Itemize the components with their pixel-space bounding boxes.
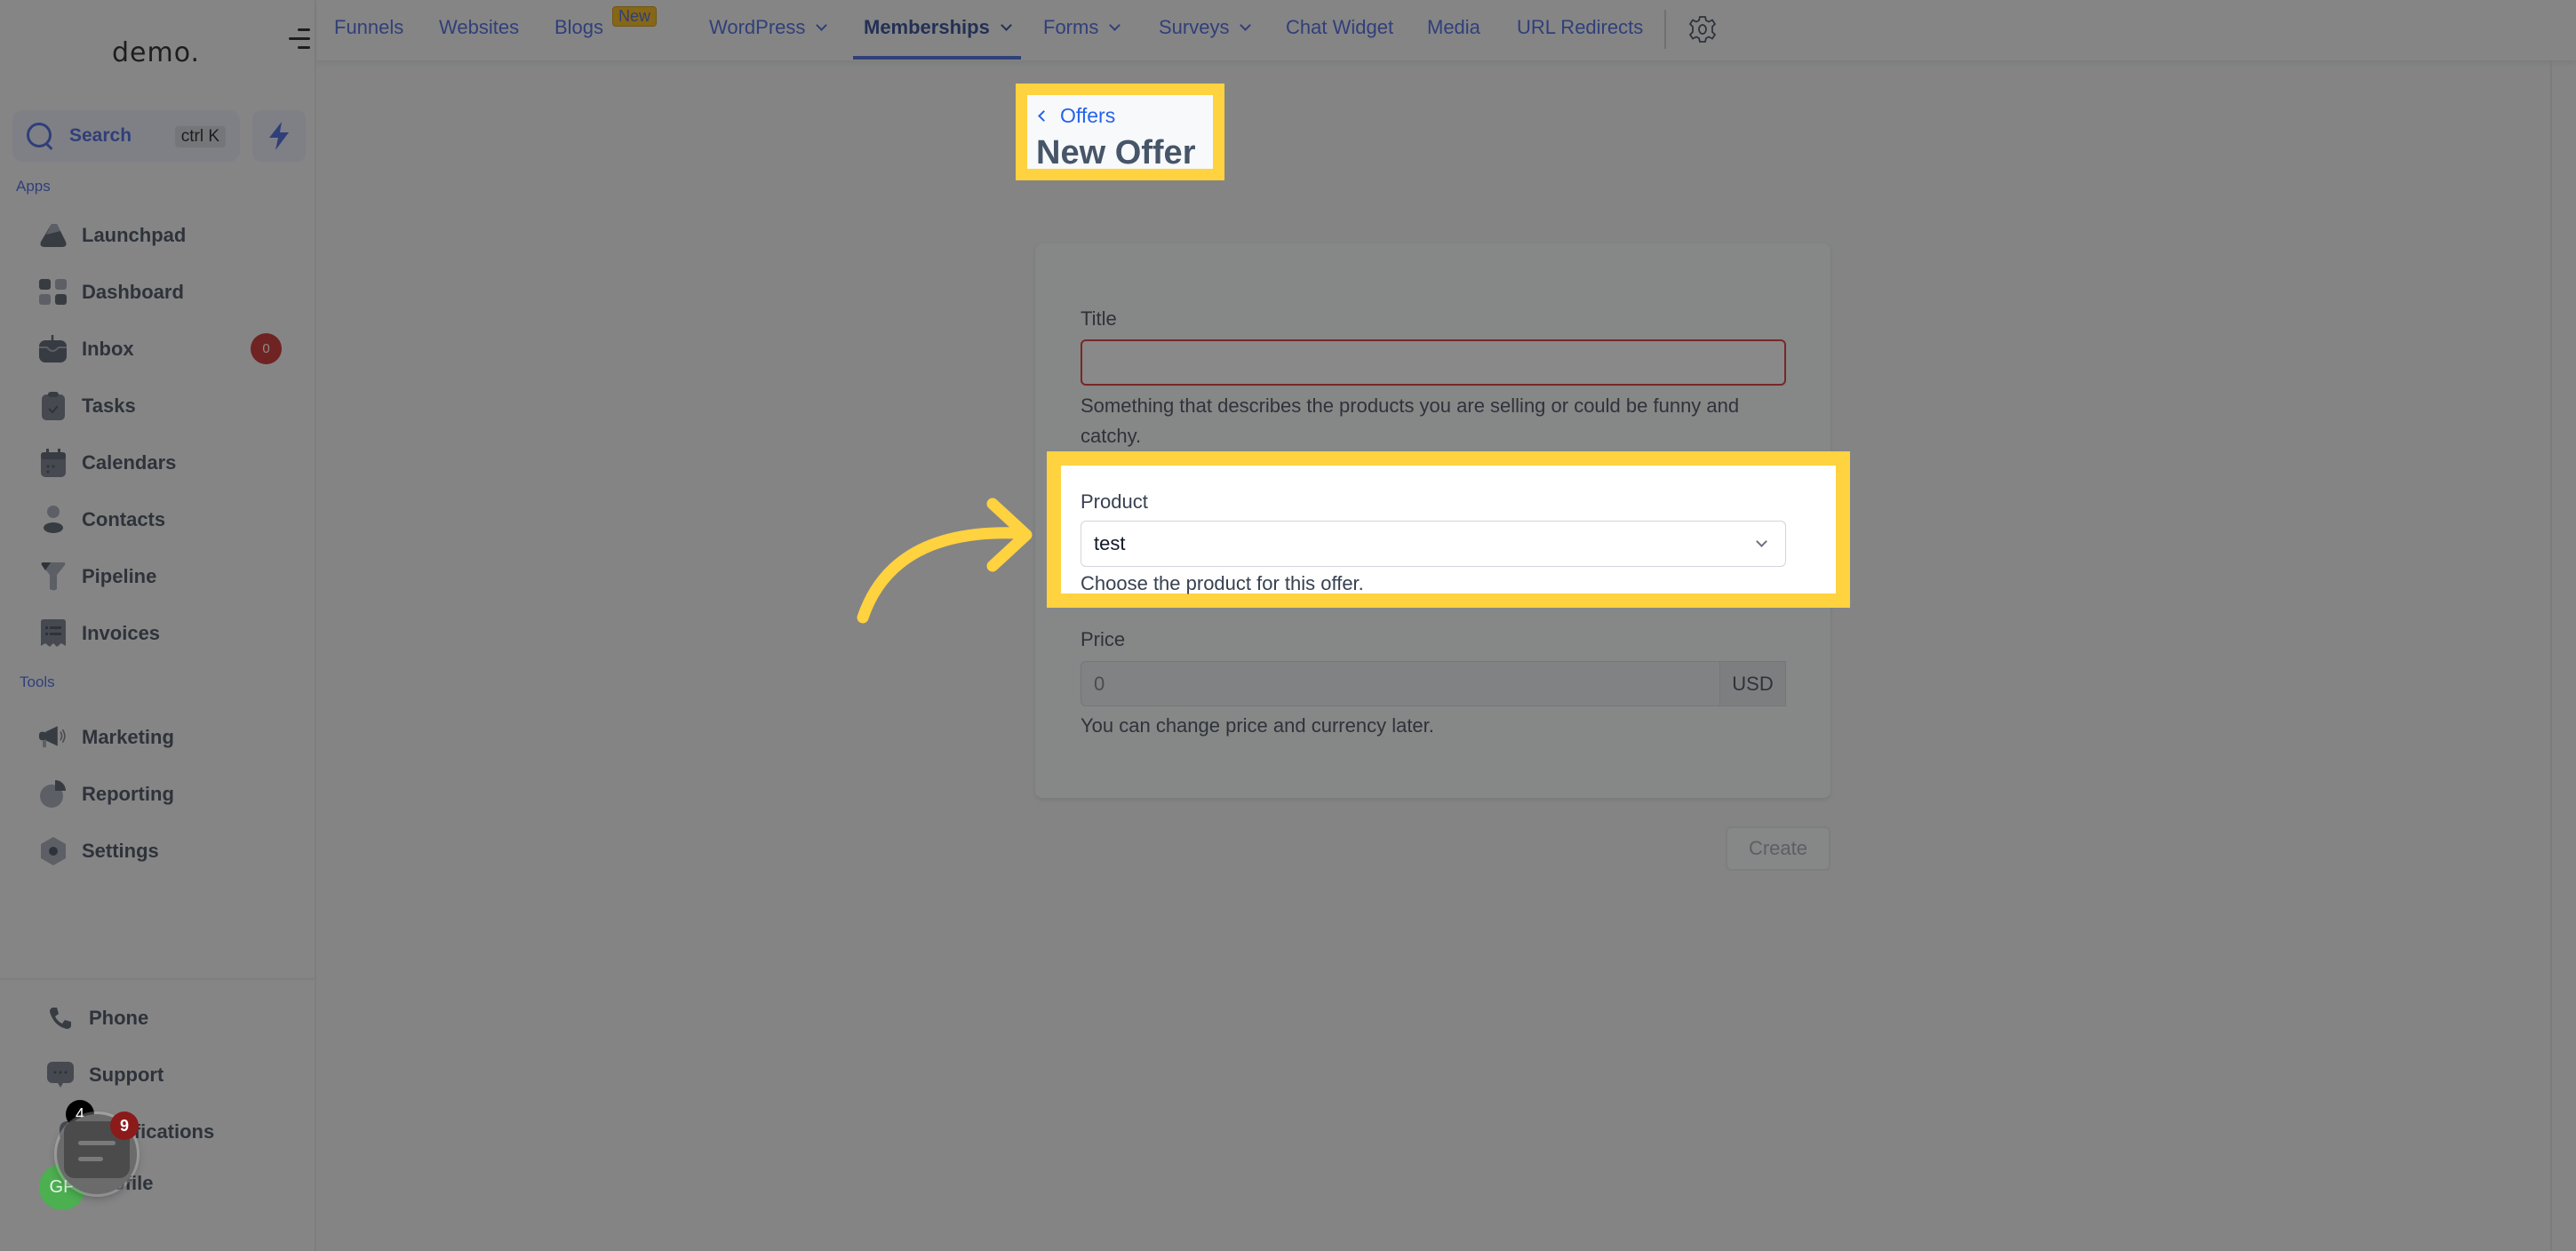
sidebar-item-phone[interactable]: Phone [46, 1000, 313, 1036]
title-input[interactable] [1081, 339, 1786, 386]
tab-websites[interactable]: Websites [439, 16, 519, 39]
sidebar-item-label: Tasks [82, 394, 136, 417]
invoices-icon [39, 619, 68, 648]
price-help-text: You can change price and currency later. [1081, 714, 1434, 737]
sidebar-item-invoices[interactable]: Invoices [39, 616, 306, 651]
search-label: Search [69, 125, 132, 146]
launchpad-icon [39, 221, 68, 250]
inbox-icon [39, 335, 68, 363]
tab-url-redirects[interactable]: URL Redirects [1517, 16, 1643, 39]
collapse-sidebar-button[interactable] [289, 28, 310, 50]
product-select-highlighted[interactable]: test [1081, 521, 1786, 567]
pipeline-icon [39, 562, 68, 591]
nav-separator [1664, 10, 1666, 49]
tab-blogs[interactable]: Blogs [554, 16, 603, 39]
tab-forms[interactable]: Forms [1043, 16, 1121, 39]
tab-funnels[interactable]: Funnels [334, 16, 403, 39]
sidebar-item-label: Phone [89, 1007, 149, 1029]
breadcrumb-label: Offers [1060, 104, 1116, 127]
sidebar-item-label: Invoices [82, 622, 161, 644]
quick-actions-button[interactable] [252, 110, 306, 162]
megaphone-icon [39, 723, 68, 752]
currency-addon: USD [1720, 661, 1786, 706]
tasks-icon [39, 392, 68, 420]
chevron-down-icon [1109, 19, 1121, 31]
search-button[interactable]: Search ctrl K [12, 110, 240, 162]
breadcrumb-offers-highlighted[interactable]: Offers [1038, 104, 1116, 128]
gear-icon[interactable] [1688, 15, 1717, 44]
sidebar-item-label: Reporting [82, 783, 174, 805]
highlight-header: Offers New Offer [1016, 84, 1224, 180]
sidebar-item-contacts[interactable]: Contacts [39, 502, 306, 538]
chat-widget-badge: 9 [110, 1112, 139, 1140]
pie-chart-icon [39, 780, 68, 809]
chevron-down-icon [1240, 19, 1252, 31]
sidebar-item-marketing[interactable]: Marketing [39, 720, 306, 755]
page-title-highlighted: New Offer [1036, 134, 1196, 171]
chevron-left-icon [1038, 110, 1049, 122]
inbox-count-badge: 0 [251, 333, 282, 364]
title-help-text: Something that describes the products yo… [1081, 394, 1740, 447]
tab-label: Forms [1043, 16, 1099, 38]
title-label: Title [1081, 307, 1117, 330]
sidebar-item-label: Dashboard [82, 281, 184, 303]
new-badge: New [612, 6, 658, 27]
tab-memberships[interactable]: Memberships [864, 16, 1012, 39]
price-input[interactable] [1081, 661, 1720, 706]
product-help-highlighted: Choose the product for this offer. [1081, 572, 1364, 594]
top-nav: Funnels Websites Blogs New WordPress Mem… [316, 0, 2576, 60]
sidebar-item-label: Launchpad [82, 224, 187, 246]
pointer-arrow-icon [857, 498, 1033, 624]
sidebar-item-label: Pipeline [82, 565, 157, 587]
sidebar-item-label: Support [89, 1064, 164, 1086]
tab-surveys[interactable]: Surveys [1159, 16, 1252, 39]
logo: demo. [112, 37, 201, 68]
sidebar-item-calendars[interactable]: Calendars [39, 445, 306, 481]
chevron-down-icon [1756, 536, 1767, 547]
support-icon [46, 1061, 75, 1089]
contacts-icon [39, 506, 68, 534]
tab-label: Surveys [1159, 16, 1230, 38]
sidebar-item-label: Inbox [82, 338, 134, 360]
price-label: Price [1081, 628, 1126, 650]
active-tab-indicator [853, 56, 1021, 60]
sidebar-item-label: Settings [82, 840, 159, 862]
sidebar-item-reporting[interactable]: Reporting [39, 777, 306, 812]
sidebar-item-support[interactable]: Support [46, 1057, 313, 1093]
search-shortcut: ctrl K [174, 126, 226, 147]
tab-chat-widget[interactable]: Chat Widget [1286, 16, 1393, 39]
phone-icon [46, 1004, 75, 1032]
create-button[interactable]: Create [1726, 826, 1830, 871]
section-label-tools: Tools [20, 673, 55, 690]
tab-media[interactable]: Media [1427, 16, 1480, 39]
sidebar-item-label: Calendars [82, 451, 177, 474]
dashboard-icon [39, 278, 68, 307]
lightning-icon [269, 122, 289, 150]
sidebar-divider [0, 978, 316, 980]
sidebar-item-launchpad[interactable]: Launchpad [39, 218, 306, 253]
tab-label: Memberships [864, 16, 990, 38]
tab-label: WordPress [709, 16, 806, 38]
sidebar-item-dashboard[interactable]: Dashboard [39, 275, 306, 310]
sidebar: demo. Search ctrl K Apps Launchpad Dashb… [0, 0, 316, 1251]
sidebar-item-inbox[interactable]: Inbox 0 [39, 331, 306, 367]
search-icon [27, 123, 53, 149]
sidebar-item-label: Contacts [82, 508, 166, 530]
chevron-down-icon [816, 19, 828, 31]
product-select-value: test [1094, 532, 1126, 554]
chevron-down-icon [1000, 19, 1012, 31]
sidebar-item-settings[interactable]: Settings [39, 833, 306, 869]
sidebar-item-label: Marketing [82, 726, 174, 748]
scrollbar-track[interactable] [2550, 60, 2552, 1251]
product-label-highlighted: Product [1081, 490, 1148, 513]
settings-icon [39, 837, 68, 865]
calendar-icon [39, 449, 68, 477]
tab-wordpress[interactable]: WordPress [709, 16, 828, 39]
highlight-product-field: Product test Choose the product for this… [1047, 451, 1850, 608]
sidebar-item-tasks[interactable]: Tasks [39, 388, 306, 424]
sidebar-item-pipeline[interactable]: Pipeline [39, 559, 306, 594]
section-label-apps: Apps [16, 178, 51, 195]
